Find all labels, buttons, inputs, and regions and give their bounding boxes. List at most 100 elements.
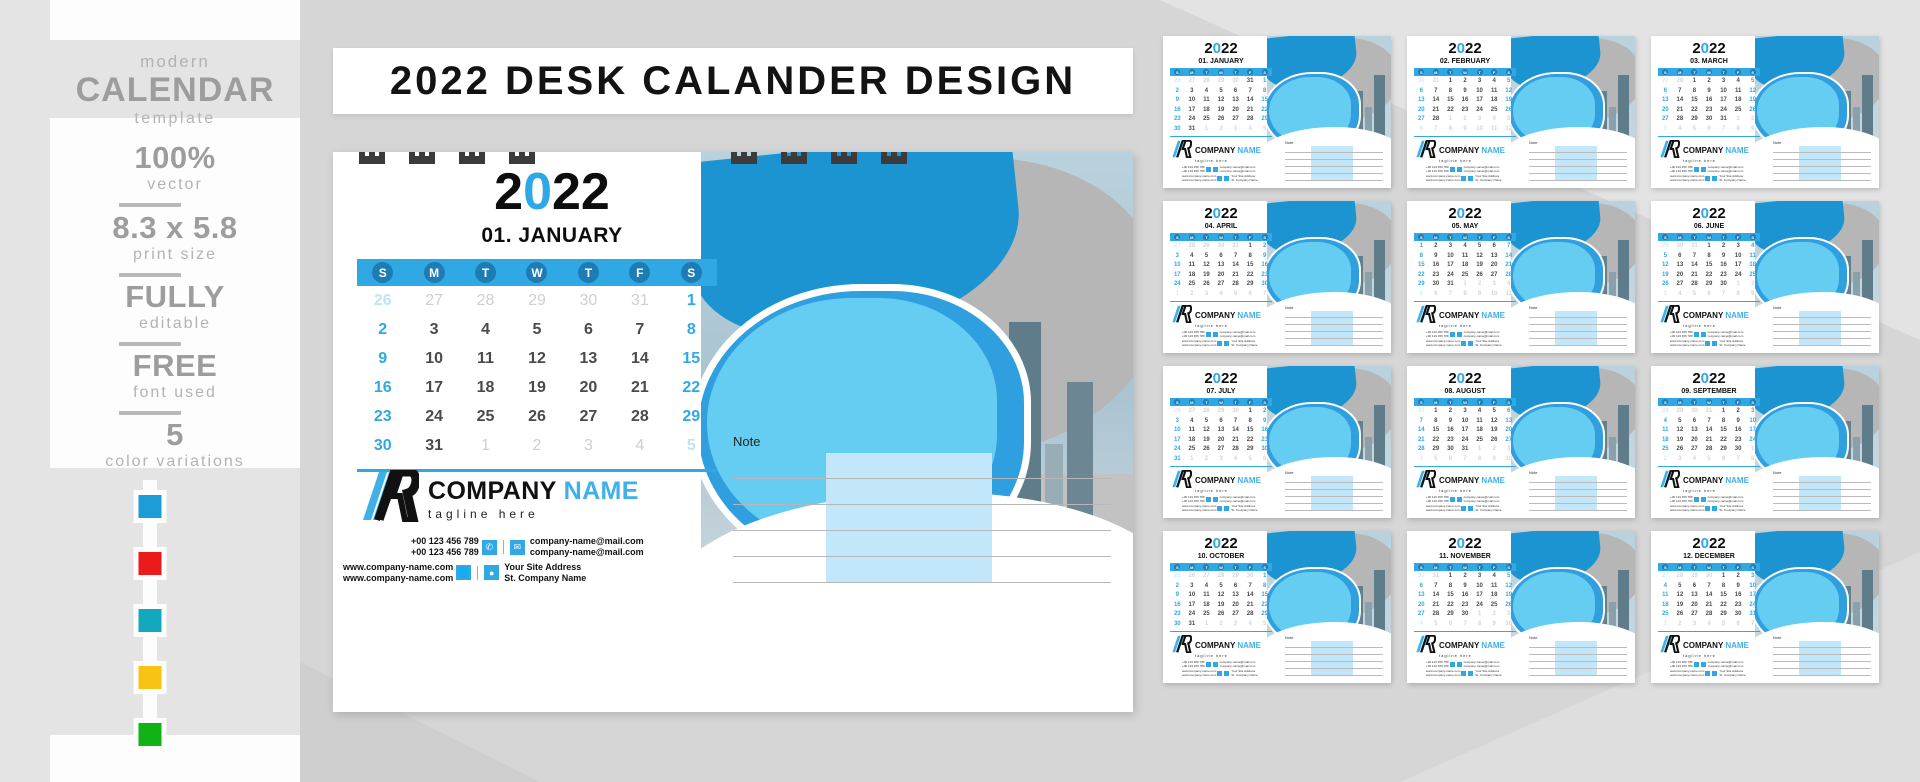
- thumb-calendar-day[interactable]: 7: [1443, 291, 1458, 299]
- thumb-calendar-day[interactable]: 12: [1501, 583, 1516, 591]
- thumb-calendar-day[interactable]: 23: [1458, 602, 1473, 610]
- thumb-calendar-day[interactable]: 11: [1487, 583, 1502, 591]
- thumb-calendar-day[interactable]: 1: [1414, 243, 1429, 251]
- thumb-calendar-day[interactable]: 20: [1687, 602, 1702, 610]
- thumb-calendar-day[interactable]: 20: [1487, 262, 1502, 270]
- thumb-calendar-day[interactable]: 26: [1472, 272, 1487, 280]
- thumb-calendar-day[interactable]: 12: [1501, 126, 1516, 134]
- thumb-calendar-day[interactable]: 2: [1170, 583, 1185, 591]
- thumb-note-lines[interactable]: [1285, 641, 1383, 676]
- thumb-calendar-day[interactable]: 7: [1429, 126, 1444, 134]
- thumb-calendar-day[interactable]: 7: [1702, 583, 1717, 591]
- thumb-calendar-day[interactable]: 23: [1702, 107, 1717, 115]
- thumb-calendar-day[interactable]: 22: [1443, 602, 1458, 610]
- calendar-day[interactable]: 31: [614, 292, 665, 310]
- thumb-note-line[interactable]: [1285, 490, 1383, 497]
- thumb-note-line[interactable]: [1529, 153, 1627, 160]
- thumb-calendar-day[interactable]: 5: [1745, 78, 1760, 86]
- calendar-day[interactable]: 28: [460, 292, 511, 310]
- thumb-note-line[interactable]: [1285, 174, 1383, 181]
- thumb-calendar-day[interactable]: 27: [1487, 272, 1502, 280]
- thumb-note-line[interactable]: [1529, 174, 1627, 181]
- thumb-calendar-day[interactable]: 12: [1214, 97, 1229, 105]
- calendar-day[interactable]: 1: [666, 292, 717, 310]
- thumb-calendar-day[interactable]: 1: [1716, 573, 1731, 581]
- thumb-calendar-day[interactable]: 29: [1716, 446, 1731, 454]
- thumb-calendar-day[interactable]: 9: [1487, 456, 1502, 464]
- thumb-calendar-day[interactable]: 12: [1199, 427, 1214, 435]
- thumb-calendar-day[interactable]: 6: [1501, 408, 1516, 416]
- thumb-calendar-day[interactable]: 9: [1443, 418, 1458, 426]
- thumb-calendar-day[interactable]: 25: [1487, 602, 1502, 610]
- thumb-calendar-day[interactable]: 14: [1228, 427, 1243, 435]
- thumb-calendar-day[interactable]: 22: [1243, 437, 1258, 445]
- thumb-calendar-day[interactable]: 2: [1257, 243, 1272, 251]
- thumb-calendar-day[interactable]: 21: [1243, 107, 1258, 115]
- thumb-calendar-day[interactable]: 20: [1214, 437, 1229, 445]
- thumb-calendar-day[interactable]: 10: [1472, 583, 1487, 591]
- thumb-calendar-day[interactable]: 19: [1214, 107, 1229, 115]
- thumb-note-lines[interactable]: [1529, 476, 1627, 511]
- thumb-calendar-day[interactable]: 13: [1214, 262, 1229, 270]
- thumb-note-line[interactable]: [1529, 167, 1627, 174]
- thumb-calendar-day[interactable]: 28: [1199, 78, 1214, 86]
- thumb-calendar-day[interactable]: 14: [1702, 427, 1717, 435]
- month-thumbnail[interactable]: 2022 03. MARCH S M T W T F S 27 28 1 2 3 4 5 6 7 8 9 10 11 12 1…: [1651, 36, 1879, 188]
- thumb-calendar-day[interactable]: 29: [1702, 281, 1717, 289]
- thumb-calendar-day[interactable]: 4: [1673, 126, 1688, 134]
- thumb-calendar-day[interactable]: 16: [1702, 97, 1717, 105]
- thumb-note-line[interactable]: [1773, 648, 1871, 655]
- calendar-day[interactable]: 27: [408, 292, 459, 310]
- thumb-calendar-day[interactable]: 30: [1414, 573, 1429, 581]
- month-thumbnail[interactable]: 2022 08. AUGUST S M T W T F S 31 1 2 3 4 5 6 7 8 9 10 11 12 13…: [1407, 366, 1635, 518]
- thumb-calendar-day[interactable]: 27: [1687, 446, 1702, 454]
- thumb-calendar-day[interactable]: 2: [1458, 116, 1473, 124]
- thumb-calendar-day[interactable]: 21: [1228, 437, 1243, 445]
- thumb-calendar-day[interactable]: 16: [1458, 97, 1473, 105]
- thumb-calendar-day[interactable]: 5: [1487, 408, 1502, 416]
- thumb-calendar-day[interactable]: 16: [1170, 602, 1185, 610]
- thumb-note-line[interactable]: [1529, 332, 1627, 339]
- thumb-calendar-day[interactable]: 22: [1243, 272, 1258, 280]
- thumb-note-line[interactable]: [1529, 669, 1627, 676]
- thumb-note-lines[interactable]: [1285, 146, 1383, 181]
- thumb-calendar-day[interactable]: 7: [1673, 88, 1688, 96]
- thumb-day-grid[interactable]: 28 29 30 31 1 2 3 4 5 6 7 8 9 10 11 12 13 14 15 16 17 18 19 20 2…: [1658, 408, 1760, 463]
- thumb-calendar-day[interactable]: 10: [1731, 253, 1746, 261]
- thumb-note-line[interactable]: [1285, 648, 1383, 655]
- thumb-calendar-day[interactable]: 27: [1170, 243, 1185, 251]
- thumb-calendar-day[interactable]: 30: [1716, 281, 1731, 289]
- thumb-calendar-day[interactable]: 7: [1429, 583, 1444, 591]
- thumb-calendar-day[interactable]: 29: [1257, 116, 1272, 124]
- thumb-calendar-day[interactable]: 15: [1702, 262, 1717, 270]
- thumb-calendar-day[interactable]: 7: [1716, 291, 1731, 299]
- thumb-calendar-day[interactable]: 9: [1731, 418, 1746, 426]
- thumb-calendar-day[interactable]: 21: [1673, 107, 1688, 115]
- thumb-calendar-day[interactable]: 4: [1185, 253, 1200, 261]
- thumb-calendar-day[interactable]: 6: [1228, 583, 1243, 591]
- thumb-note-line[interactable]: [1529, 146, 1627, 153]
- thumb-calendar-day[interactable]: 3: [1472, 573, 1487, 581]
- thumb-calendar-day[interactable]: 16: [1429, 262, 1444, 270]
- thumb-calendar-day[interactable]: 1: [1658, 621, 1673, 629]
- thumb-calendar-day[interactable]: 27: [1687, 611, 1702, 619]
- thumb-calendar-day[interactable]: 28: [1658, 408, 1673, 416]
- thumb-calendar-day[interactable]: 14: [1429, 592, 1444, 600]
- thumb-calendar-day[interactable]: 29: [1716, 611, 1731, 619]
- thumb-note-lines[interactable]: [1773, 311, 1871, 346]
- thumb-calendar-day[interactable]: 8: [1429, 418, 1444, 426]
- thumb-note-lines[interactable]: [1529, 146, 1627, 181]
- calendar-day[interactable]: 2: [357, 321, 408, 339]
- calendar-day[interactable]: 13: [563, 350, 614, 368]
- thumb-calendar-day[interactable]: 25: [1458, 272, 1473, 280]
- thumb-calendar-day[interactable]: 9: [1257, 418, 1272, 426]
- thumb-calendar-day[interactable]: 25: [1170, 573, 1185, 581]
- month-thumbnail[interactable]: 2022 07. JULY S M T W T F S 26 27 28 29 30 1 2 3 4 5 6 7 8 9 10…: [1163, 366, 1391, 518]
- calendar-day[interactable]: 2: [511, 437, 562, 455]
- thumb-calendar-day[interactable]: 6: [1443, 621, 1458, 629]
- thumb-calendar-day[interactable]: 18: [1472, 427, 1487, 435]
- thumb-calendar-day[interactable]: 31: [1429, 573, 1444, 581]
- thumb-calendar-day[interactable]: 27: [1214, 446, 1229, 454]
- thumb-calendar-day[interactable]: 10: [1458, 418, 1473, 426]
- thumb-calendar-day[interactable]: 15: [1414, 262, 1429, 270]
